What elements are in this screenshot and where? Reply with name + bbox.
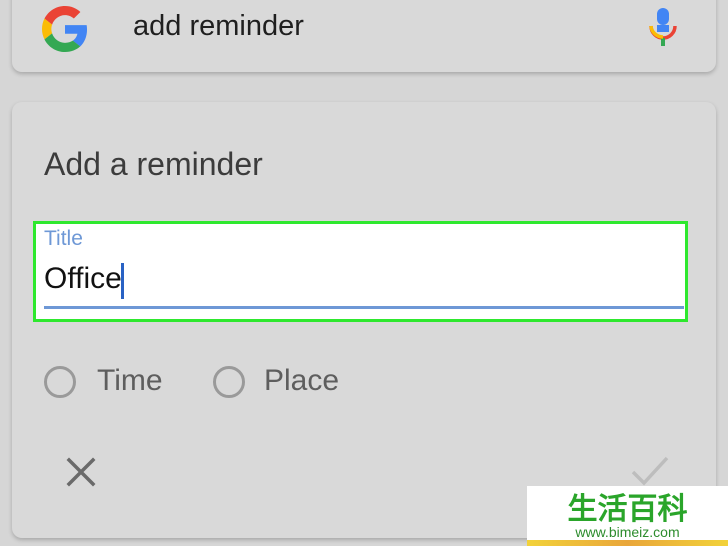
place-option-label[interactable]: Place	[264, 364, 339, 398]
reminder-heading: Add a reminder	[44, 146, 263, 182]
google-g-icon	[42, 6, 88, 52]
watermark-stripe	[527, 540, 728, 546]
watermark-text: 生活百科	[567, 493, 688, 526]
time-option-label[interactable]: Time	[97, 364, 163, 398]
close-icon[interactable]	[66, 457, 96, 487]
search-bar[interactable]	[12, 0, 716, 72]
watermark: 生活百科 www.bimeiz.com	[527, 486, 728, 546]
time-radio-icon[interactable]	[44, 366, 76, 398]
checkmark-icon[interactable]	[630, 455, 670, 487]
place-radio-icon[interactable]	[213, 366, 245, 398]
title-field-label: Title	[44, 227, 83, 250]
microphone-icon[interactable]	[648, 8, 678, 50]
title-input[interactable]: Office	[44, 262, 122, 296]
search-query[interactable]: add reminder	[133, 10, 304, 43]
watermark-url: www.bimeiz.com	[575, 524, 680, 540]
text-caret	[121, 263, 124, 299]
title-input-underline	[44, 306, 684, 309]
